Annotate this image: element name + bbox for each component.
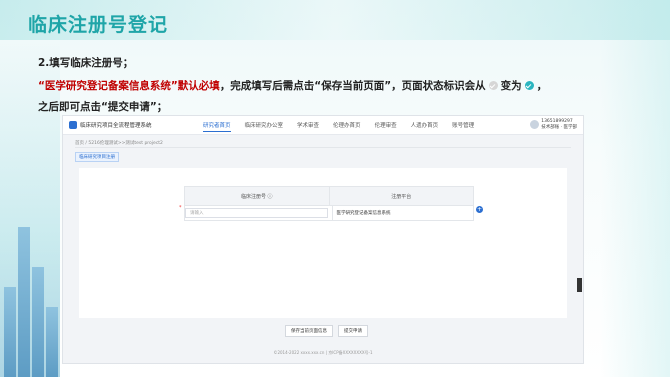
slide-title: 临床注册号登记 bbox=[28, 14, 169, 36]
header-reg-number: 临床注册号 ⓘ bbox=[240, 193, 273, 200]
add-row-icon[interactable]: + bbox=[476, 206, 483, 213]
scroll-handle[interactable] bbox=[577, 278, 582, 292]
system-screenshot: 临床研究项目全流程管理系统 研究者首页 临床研究办公室 学术审查 伦理办首页 伦… bbox=[62, 115, 584, 364]
nav-item-hgr-home[interactable]: 人遗办首页 bbox=[411, 121, 439, 132]
instruction-text: ，完成填写后需点击“保存当前页面”，页面状态标识会从 bbox=[219, 80, 486, 92]
user-info[interactable]: 13651899297 技术部账 · 医学部 bbox=[541, 119, 577, 130]
nav-item-ethics-home[interactable]: 伦理办首页 bbox=[333, 121, 361, 132]
status-done-icon bbox=[524, 81, 534, 90]
system-name: 临床研究项目全流程管理系统 bbox=[80, 123, 152, 129]
right-decoration bbox=[600, 0, 670, 377]
table-header: 临床注册号 ⓘ 注册平台 bbox=[185, 187, 473, 206]
form-card: * 临床注册号 ⓘ 注册平台 请输入 医学研究登记备案信息系统 + bbox=[79, 168, 567, 318]
nav-item-office[interactable]: 临床研究办公室 bbox=[245, 121, 284, 132]
divider bbox=[75, 147, 571, 148]
nav-item-account[interactable]: 账号管理 bbox=[452, 121, 474, 132]
step-heading: 2.填写临床注册号； bbox=[38, 57, 134, 69]
logo-icon bbox=[69, 121, 77, 129]
save-page-button[interactable]: 保存当前页面信息 bbox=[285, 325, 333, 337]
nav-item-researcher-home[interactable]: 研究者首页 bbox=[203, 121, 231, 132]
nav-item-academic-review[interactable]: 学术审查 bbox=[297, 121, 319, 132]
top-nav: 临床研究项目全流程管理系统 研究者首页 临床研究办公室 学术审查 伦理办首页 伦… bbox=[63, 116, 583, 135]
table-row: 请输入 医学研究登记备案信息系统 bbox=[185, 206, 473, 220]
registration-table: 临床注册号 ⓘ 注册平台 请输入 医学研究登记备案信息系统 bbox=[184, 186, 474, 221]
required-mark: * bbox=[179, 205, 182, 211]
user-phone: 13651899297 bbox=[541, 119, 573, 124]
instruction-required: “医学研究登记备案信息系统”默认必填 bbox=[38, 80, 220, 92]
platform-cell: 医学研究登记备案信息系统 bbox=[331, 206, 474, 220]
section-tab[interactable]: 临床研究项目注册 bbox=[75, 152, 119, 162]
reg-number-input[interactable]: 请输入 bbox=[185, 208, 328, 218]
status-pending-icon bbox=[488, 81, 498, 90]
slide: 临床注册号登记 2.填写临床注册号； “医学研究登记备案信息系统”默认必填，完成… bbox=[0, 0, 670, 377]
nav-menu: 研究者首页 临床研究办公室 学术审查 伦理办首页 伦理审查 人遗办首页 账号管理 bbox=[203, 121, 474, 132]
action-buttons: 保存当前页面信息 提交申请 bbox=[285, 325, 368, 337]
breadcrumb: 首页 / 5216伦理测试>>测试test project2 bbox=[75, 141, 163, 146]
instruction-line: “医学研究登记备案信息系统”默认必填，完成填写后需点击“保存当前页面”，页面状态… bbox=[38, 78, 547, 93]
instruction-line-3: 之后即可点击“提交申请”； bbox=[38, 101, 168, 113]
instruction-change: 变为 bbox=[500, 80, 522, 92]
submit-button[interactable]: 提交申请 bbox=[338, 325, 368, 337]
avatar[interactable] bbox=[530, 120, 539, 129]
footer: ©2014-2022 xxxx.xxx.cn | 京ICP备XXXXXXXX号-… bbox=[273, 350, 373, 355]
header-platform: 注册平台 bbox=[328, 187, 474, 205]
instruction-end: ， bbox=[536, 80, 548, 92]
user-dept: 技术部账 · 医学部 bbox=[541, 124, 577, 130]
nav-item-ethics-review[interactable]: 伦理审查 bbox=[375, 121, 397, 132]
